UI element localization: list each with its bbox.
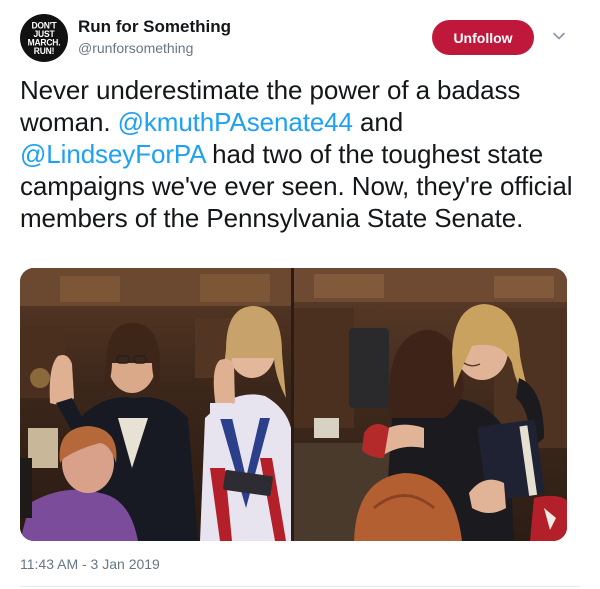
tweet-card: DON'T JUST MARCH. RUN! Run for Something… [0,0,600,589]
unfollow-button[interactable]: Unfollow [432,20,534,55]
divider [20,586,580,587]
media-photo-right[interactable] [294,268,567,541]
mention-link[interactable]: @LindseyForPA [20,139,205,169]
chevron-down-icon[interactable] [552,29,566,43]
avatar[interactable]: DON'T JUST MARCH. RUN! [20,14,68,62]
media-photo-left[interactable] [20,268,291,541]
avatar-logo-text: DON'T JUST MARCH. RUN! [27,20,61,56]
mention-link[interactable]: @kmuthPAsenate44 [118,107,353,137]
account-name[interactable]: Run for Something [78,17,231,37]
tweet-header: DON'T JUST MARCH. RUN! Run for Something… [20,14,580,66]
account-handle[interactable]: @runforsomething [78,40,193,56]
tweet-text: Never underestimate the power of a badas… [20,74,580,234]
tweet-timestamp[interactable]: 11:43 AM - 3 Jan 2019 [20,556,160,572]
tweet-media [20,268,567,541]
tweet-text-part: and [352,107,404,137]
